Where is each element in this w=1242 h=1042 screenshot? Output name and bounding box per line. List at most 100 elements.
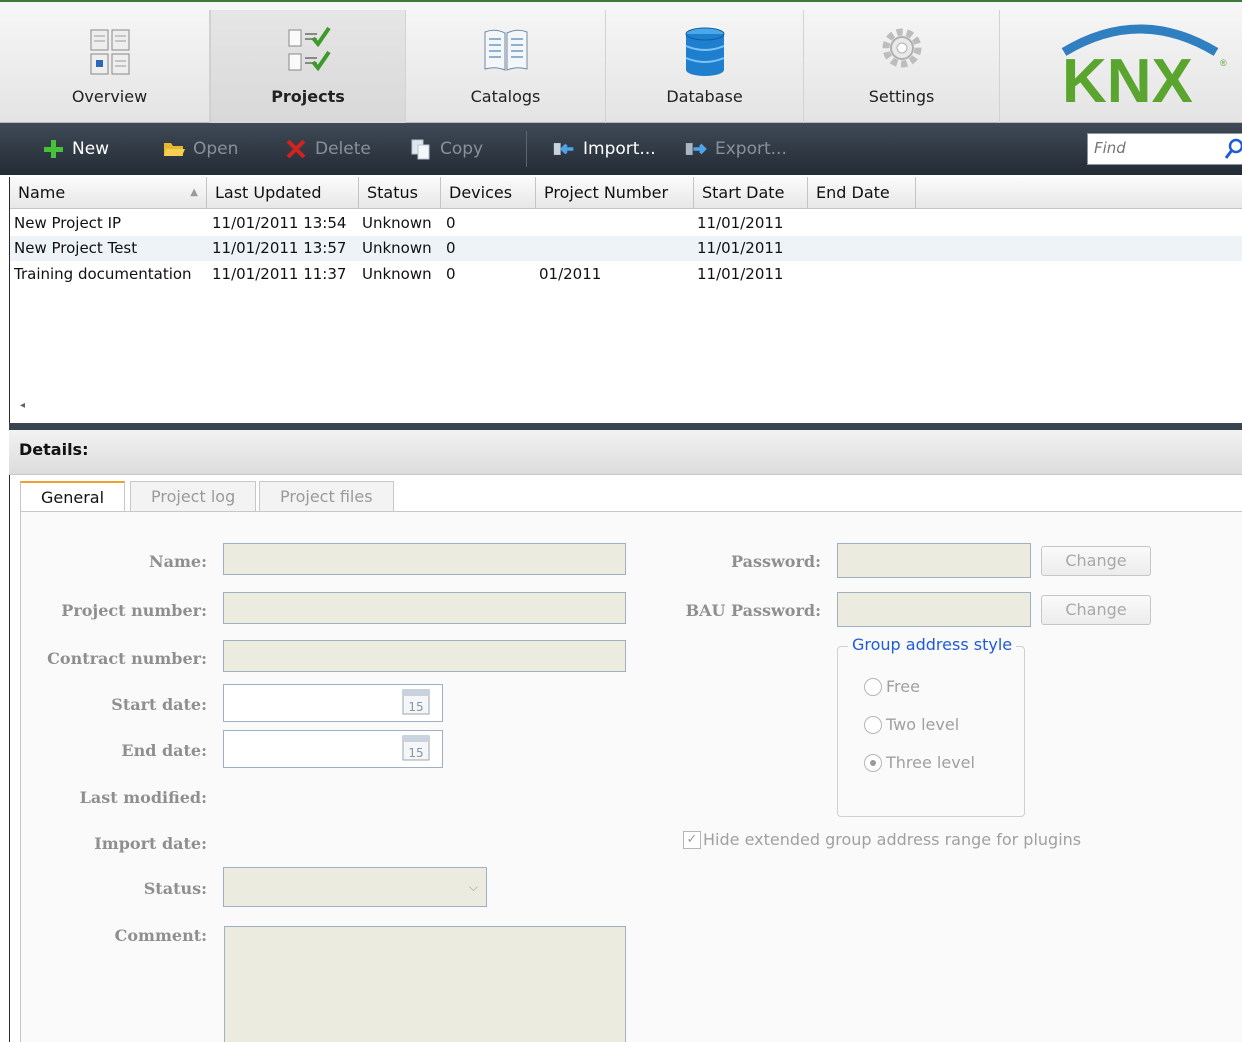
cell-name: New Project IP (14, 214, 122, 232)
nav-tab-catalogs[interactable]: Catalogs (406, 10, 606, 123)
export-button[interactable]: Export... (685, 135, 787, 163)
grid-header: Name ▲ Last Updated Status Devices Proje… (10, 177, 1242, 209)
comment-field[interactable] (224, 926, 626, 1042)
bau-password-field[interactable] (837, 592, 1031, 627)
open-button[interactable]: Open (163, 135, 238, 163)
cell-devices: 0 (446, 265, 456, 283)
tab-label: General (41, 488, 105, 507)
cell-devices: 0 (446, 239, 456, 257)
radio-free[interactable]: Free (864, 677, 920, 696)
column-header-label: Start Date (702, 183, 785, 202)
cell-start-date: 11/01/2011 (697, 214, 784, 232)
find-input[interactable] (1094, 134, 1214, 162)
calendar-icon[interactable]: 15 (402, 689, 430, 715)
column-header-end-date[interactable]: End Date (808, 177, 916, 209)
project-number-label: Project number: (61, 601, 207, 620)
change-bau-password-button[interactable]: Change (1041, 595, 1151, 625)
new-button[interactable]: New (42, 135, 109, 163)
cell-name: Training documentation (14, 265, 192, 283)
start-date-field[interactable]: 15 (223, 684, 443, 722)
cell-status: Unknown (362, 265, 432, 283)
comment-label: Comment: (114, 926, 207, 945)
cell-last-updated: 11/01/2011 13:54 (212, 214, 347, 232)
hide-extended-checkbox[interactable]: ✓ Hide extended group address range for … (683, 830, 1081, 849)
details-header: Details: (9, 430, 1242, 475)
nav-tab-label: Settings (868, 87, 935, 106)
column-header-label: End Date (816, 183, 890, 202)
copy-button-label: Copy (440, 139, 484, 159)
details-panel: General Project log Project files Name: … (9, 475, 1242, 1042)
copy-icon (410, 138, 432, 160)
tab-project-files[interactable]: Project files (259, 481, 394, 512)
top-navigation: Overview Projects Catalogs Database Sett… (0, 0, 1242, 123)
projects-grid: Name ▲ Last Updated Status Devices Proje… (9, 177, 1242, 423)
status-dropdown[interactable]: ⌵ (223, 867, 487, 907)
general-tab-content: Name: Project number: Contract number: S… (20, 512, 1242, 1042)
radio-label: Free (886, 677, 920, 696)
table-row[interactable]: Training documentation 11/01/2011 11:37 … (10, 262, 1242, 287)
radio-circle (864, 715, 882, 734)
column-header-label: Name (18, 183, 66, 202)
table-row[interactable]: New Project IP 11/01/2011 13:54 Unknown … (10, 211, 1242, 236)
change-button-label: Change (1065, 600, 1127, 619)
change-password-button[interactable]: Change (1041, 546, 1151, 576)
status-label: Status: (143, 879, 207, 898)
cell-status: Unknown (362, 239, 432, 257)
column-header-name[interactable]: Name ▲ (10, 177, 207, 209)
password-label: Password: (731, 552, 821, 571)
radio-label: Three level (886, 753, 975, 772)
nav-tab-database[interactable]: Database (606, 10, 804, 123)
project-toolbar: New Open Delete Copy Import... Export... (0, 123, 1242, 175)
radio-three-level[interactable]: Three level (864, 753, 975, 772)
tab-project-log[interactable]: Project log (130, 481, 257, 512)
delete-button[interactable]: Delete (285, 135, 371, 163)
end-date-field[interactable]: 15 (223, 730, 443, 768)
scroll-left-icon[interactable]: ◂ (20, 400, 25, 411)
nav-tab-settings[interactable]: Settings (804, 10, 1000, 123)
nav-tab-overview[interactable]: Overview (10, 10, 210, 123)
delete-button-label: Delete (315, 139, 371, 159)
cell-devices: 0 (446, 214, 456, 232)
checkbox-label: Hide extended group address range for pl… (703, 830, 1082, 849)
details-title: Details: (19, 440, 89, 459)
cell-name: New Project Test (14, 239, 138, 257)
overview-icon (90, 29, 129, 75)
panel-splitter[interactable] (9, 423, 1242, 430)
column-header-label: Status (367, 183, 418, 202)
column-header-status[interactable]: Status (359, 177, 441, 209)
password-field[interactable] (837, 543, 1031, 578)
projects-icon (288, 26, 331, 72)
cell-status: Unknown (362, 214, 432, 232)
cell-project-number: 01/2011 (539, 265, 602, 283)
copy-button[interactable]: Copy (410, 135, 483, 163)
calendar-icon[interactable]: 15 (402, 735, 430, 761)
radio-circle (864, 677, 882, 696)
gear-icon (882, 28, 921, 68)
search-icon[interactable] (1224, 138, 1242, 160)
column-header-project-number[interactable]: Project Number (536, 177, 694, 209)
radio-two-level[interactable]: Two level (864, 715, 959, 734)
import-button[interactable]: Import... (553, 135, 656, 163)
export-button-label: Export... (715, 139, 787, 159)
svg-text:15: 15 (408, 700, 423, 714)
find-box (1087, 133, 1242, 165)
name-field[interactable] (223, 543, 626, 575)
column-header-devices[interactable]: Devices (441, 177, 536, 209)
contract-number-field[interactable] (223, 640, 626, 672)
column-header-label: Devices (449, 183, 513, 202)
project-number-field[interactable] (223, 592, 626, 624)
column-header-start-date[interactable]: Start Date (694, 177, 808, 209)
nav-tab-projects[interactable]: Projects (210, 10, 406, 123)
start-date-label: Start date: (111, 695, 207, 714)
accent-line (0, 0, 1242, 2)
cell-start-date: 11/01/2011 (697, 265, 784, 283)
group-address-style-box: Group address style Free Two level Three… (837, 635, 1025, 817)
checkbox-checked-icon: ✓ (683, 830, 701, 849)
folder-icon (163, 138, 185, 160)
table-row[interactable]: New Project Test 11/01/2011 13:57 Unknow… (10, 236, 1242, 261)
contract-number-label: Contract number: (47, 649, 207, 668)
radio-circle-selected (864, 753, 882, 772)
column-header-last-updated[interactable]: Last Updated (207, 177, 359, 209)
tab-general[interactable]: General (20, 481, 126, 513)
group-address-style-title: Group address style (848, 635, 1017, 654)
